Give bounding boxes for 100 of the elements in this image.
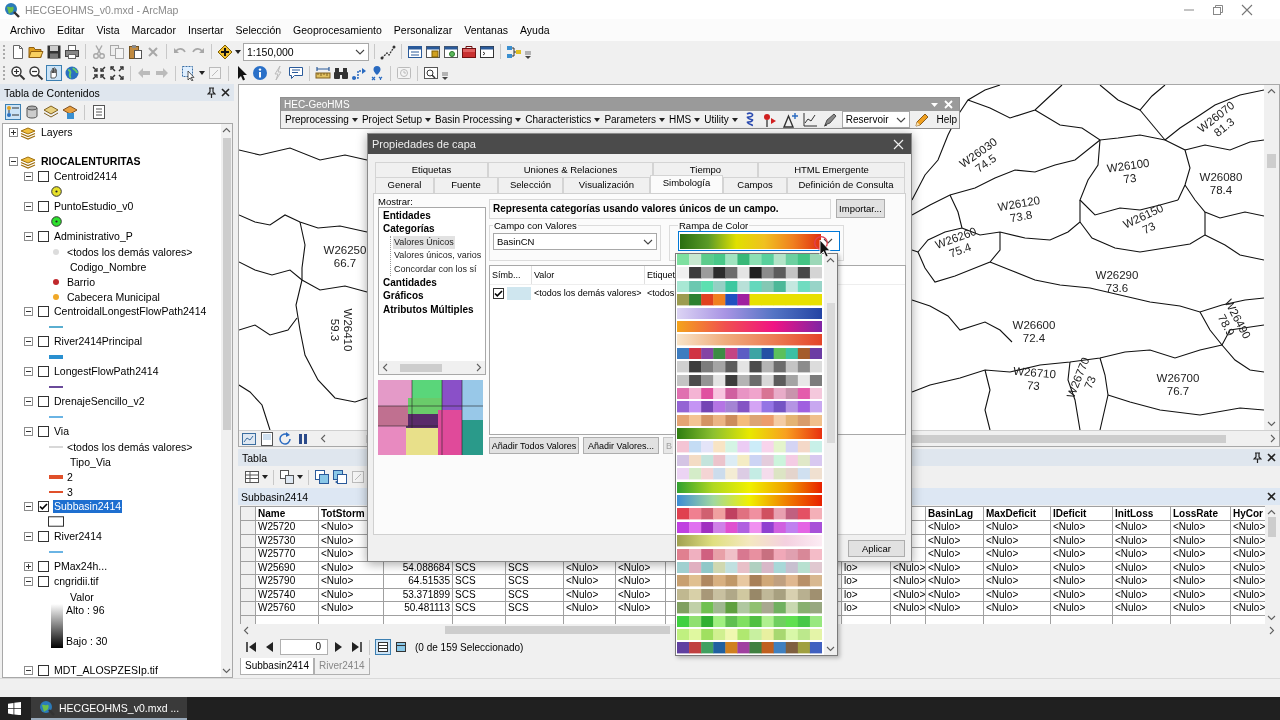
add-data-icon[interactable] bbox=[217, 43, 233, 60]
color-ramp-option[interactable] bbox=[677, 401, 822, 413]
scrollbar-thumb[interactable] bbox=[400, 363, 442, 372]
minus-box-icon[interactable] bbox=[24, 532, 33, 541]
record-number-field[interactable]: 0 bbox=[280, 639, 328, 655]
chevron-right-icon[interactable] bbox=[476, 363, 482, 372]
menu-item[interactable]: Vista bbox=[90, 22, 126, 38]
hand-icon[interactable] bbox=[46, 65, 62, 81]
chevron-up-icon[interactable] bbox=[1267, 88, 1276, 94]
color-ramp-option[interactable] bbox=[677, 320, 822, 333]
menu-item[interactable]: Geoprocesamiento bbox=[287, 22, 388, 38]
pin-icon[interactable] bbox=[207, 87, 216, 98]
data-frame-name[interactable]: RIOCALENTURITAS bbox=[40, 155, 142, 168]
close-icon[interactable] bbox=[1267, 492, 1276, 501]
binoculars-icon[interactable] bbox=[333, 65, 349, 81]
column-header[interactable]: IDeficit bbox=[1051, 507, 1113, 521]
tab[interactable]: Visualización bbox=[563, 177, 650, 193]
viewer-window-icon[interactable] bbox=[423, 65, 439, 81]
refresh-icon[interactable] bbox=[277, 430, 293, 447]
chevron-left-icon[interactable] bbox=[243, 625, 249, 635]
color-ramp-option[interactable] bbox=[677, 387, 822, 400]
layout-view-icon[interactable] bbox=[259, 430, 275, 447]
checkbox[interactable] bbox=[38, 336, 49, 347]
chevron-up-icon[interactable] bbox=[222, 127, 231, 133]
caret-icon[interactable] bbox=[235, 49, 241, 54]
layer-name[interactable]: CentroidalLongestFlowPath2414 bbox=[53, 305, 208, 318]
show-selected-records-icon[interactable] bbox=[393, 639, 409, 655]
tab[interactable]: Tiempo bbox=[653, 162, 758, 177]
tab[interactable]: Definición de Consulta bbox=[787, 177, 905, 193]
menu-item[interactable]: Archivo bbox=[4, 22, 51, 38]
checkbox[interactable] bbox=[38, 576, 49, 587]
column-header[interactable]: Valor bbox=[532, 266, 645, 284]
color-ramp-dropdown[interactable] bbox=[678, 231, 840, 251]
color-ramp-option[interactable] bbox=[677, 548, 822, 560]
layer-name[interactable]: PMax24h... bbox=[53, 560, 109, 573]
list-item[interactable]: Cantidades bbox=[382, 276, 438, 290]
search-window-icon[interactable] bbox=[443, 43, 459, 60]
import-button[interactable]: Importar... bbox=[836, 199, 885, 218]
color-ramp-option[interactable] bbox=[677, 441, 822, 453]
menu-button[interactable]: Parameters bbox=[604, 114, 666, 125]
color-ramp-option[interactable] bbox=[677, 495, 822, 507]
pencil-icon[interactable] bbox=[914, 111, 931, 128]
tab[interactable]: Campos bbox=[723, 177, 787, 193]
checkbox[interactable] bbox=[493, 287, 504, 299]
color-ramp-option[interactable] bbox=[677, 254, 822, 266]
caret-icon[interactable] bbox=[297, 475, 303, 479]
globe-icon[interactable] bbox=[64, 65, 80, 81]
zoom-out-icon[interactable] bbox=[28, 65, 44, 81]
chevron-up-icon[interactable] bbox=[1267, 509, 1276, 515]
color-ramp-option[interactable] bbox=[677, 334, 822, 346]
chevron-right-icon[interactable] bbox=[1270, 434, 1276, 443]
restore-icon[interactable] bbox=[1212, 3, 1224, 16]
layer-name[interactable]: MDT_ALOSPZESIp.tif bbox=[53, 664, 159, 677]
list-by-drawing-order-icon[interactable] bbox=[5, 104, 21, 120]
color-ramp-option[interactable] bbox=[677, 374, 822, 386]
color-ramp-option[interactable] bbox=[677, 588, 822, 601]
checkbox[interactable] bbox=[38, 231, 49, 242]
color-ramp-option[interactable] bbox=[677, 508, 822, 520]
layer-name[interactable]: PuntoEstudio_v0 bbox=[53, 200, 135, 213]
minus-box-icon[interactable] bbox=[9, 157, 18, 166]
color-ramp-option[interactable] bbox=[677, 615, 822, 627]
tab[interactable]: HTML Emergente bbox=[758, 162, 905, 177]
toolbox-icon[interactable] bbox=[461, 43, 477, 60]
chevron-left-icon[interactable] bbox=[382, 363, 388, 372]
column-header[interactable]: LossRate bbox=[1171, 507, 1231, 521]
start-menu-icon[interactable] bbox=[8, 702, 21, 715]
caret-icon[interactable] bbox=[262, 475, 268, 479]
column-header[interactable]: HyCor bbox=[1231, 507, 1265, 521]
tab[interactable]: Etiquetas bbox=[375, 162, 488, 177]
color-ramp-option[interactable] bbox=[677, 428, 822, 440]
table-tab[interactable]: Subbasin2414 bbox=[240, 658, 314, 675]
close-icon[interactable] bbox=[221, 88, 230, 97]
chevron-up-icon[interactable] bbox=[826, 257, 835, 263]
fixed-zoom-out-icon[interactable] bbox=[109, 65, 125, 81]
color-ramp-option[interactable] bbox=[677, 454, 822, 467]
color-ramp-option[interactable] bbox=[677, 535, 822, 547]
menu-button[interactable]: Basin Processing bbox=[434, 114, 522, 125]
minus-box-icon[interactable] bbox=[24, 397, 33, 406]
color-ramp-option[interactable] bbox=[677, 361, 822, 373]
menu-button[interactable]: Characteristics bbox=[525, 114, 601, 125]
chevron-down-icon[interactable] bbox=[643, 238, 653, 245]
command-window-icon[interactable] bbox=[479, 43, 495, 60]
color-ramp-option[interactable] bbox=[677, 628, 822, 641]
chevron-down-icon[interactable] bbox=[222, 668, 231, 674]
tab[interactable]: Fuente bbox=[434, 177, 498, 193]
layer-name[interactable]: River2414 bbox=[53, 530, 103, 543]
close-icon[interactable] bbox=[1267, 453, 1276, 462]
checkbox[interactable] bbox=[38, 665, 49, 676]
column-header[interactable]: Name bbox=[256, 507, 319, 521]
color-swatch-icon[interactable] bbox=[507, 286, 531, 300]
chevron-down-icon[interactable] bbox=[1267, 615, 1276, 621]
value-field-dropdown[interactable]: BasinCN bbox=[493, 233, 657, 250]
color-ramp-option[interactable] bbox=[677, 521, 822, 534]
table-options-icon[interactable] bbox=[244, 469, 260, 485]
options-icon[interactable] bbox=[91, 104, 107, 120]
color-ramp-option[interactable] bbox=[677, 602, 822, 614]
apply-button[interactable]: Aplicar bbox=[848, 540, 905, 557]
pin-icon[interactable] bbox=[1253, 452, 1262, 463]
minus-box-icon[interactable] bbox=[24, 502, 33, 511]
list-item[interactable]: Concordar con los sí bbox=[393, 262, 478, 277]
